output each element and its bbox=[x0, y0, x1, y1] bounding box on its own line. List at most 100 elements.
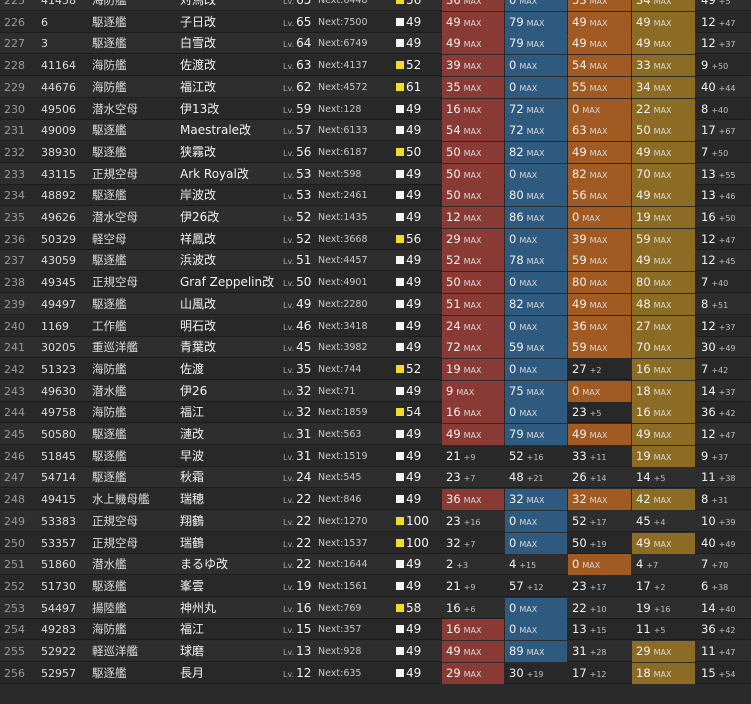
condition-value: 49 bbox=[406, 427, 422, 441]
torpedo-value: 79 bbox=[509, 427, 524, 441]
next-exp-value: 7500 bbox=[343, 16, 368, 28]
table-row[interactable]: 255 52922 軽巡洋艦 球磨 Lv. 13 Next:928 49 49 MAX 89 MAX 3… bbox=[0, 641, 751, 662]
antiair-value: 49 bbox=[572, 296, 587, 311]
ship-name: 対馬改 bbox=[180, 0, 217, 7]
next-exp-value: 2280 bbox=[343, 298, 368, 310]
level-cell: Lv. 15 bbox=[283, 619, 317, 640]
table-row[interactable]: 241 30205 重巡洋艦 青葉改 Lv. 45 Next:3982 49 72 MAX 59 MA… bbox=[0, 337, 751, 359]
row-number: 242 bbox=[4, 362, 25, 376]
next-exp-value: 1435 bbox=[343, 212, 368, 223]
table-row[interactable]: 237 43059 駆逐艦 浜波改 Lv. 51 Next:4457 49 52 MAX 78 MAX… bbox=[0, 250, 751, 272]
armor-cell: 45 +4 bbox=[632, 511, 695, 532]
table-row[interactable]: 242 51323 海防艦 佐渡 Lv. 35 Next:744 52 19 MAX 0 MAX 27 +… bbox=[0, 358, 751, 380]
level-cell: Lv. 53 bbox=[283, 164, 317, 185]
firepower-remaining: MAX bbox=[463, 170, 482, 180]
table-row[interactable]: 232 38930 駆逐艦 狭霧改 Lv. 56 Next:6187 50 50 MAX 82 MAX… bbox=[0, 141, 751, 163]
condition-square-icon bbox=[396, 364, 404, 373]
table-row[interactable]: 244 49758 海防艦 福江 Lv. 32 Next:1859 54 16 MAX 0 MAX 23… bbox=[0, 402, 751, 424]
table-row[interactable]: 253 54497 揚陸艦 神州丸 Lv. 16 Next:769 58 16 +6 0 MAX 22 +… bbox=[0, 597, 751, 619]
next-prefix: Next: bbox=[318, 190, 344, 202]
table-row[interactable]: 231 49009 駆逐艦 Maestrale改 Lv. 57 Next:6133 49 54 M… bbox=[0, 120, 751, 142]
condition-square-icon bbox=[396, 321, 404, 330]
condition-cell: 49 bbox=[396, 554, 442, 575]
next-exp-value: 357 bbox=[343, 624, 362, 636]
antiair-value: 49 bbox=[572, 36, 587, 51]
table-row[interactable]: 250 53357 正規空母 瑞鶴 Lv. 22 Next:1537 100 32 +7 0 MAX 5… bbox=[0, 532, 751, 554]
level-prefix: Lv. bbox=[283, 561, 295, 571]
torpedo-value: 0 bbox=[509, 275, 517, 290]
level-prefix: Lv. bbox=[283, 235, 295, 245]
antiair-cell: 23 +17 bbox=[568, 576, 631, 597]
table-row[interactable]: 245 50580 駆逐艦 漣改 Lv. 31 Next:563 49 49 MAX 79 MAX 49… bbox=[0, 424, 751, 445]
table-row[interactable]: 247 54714 駆逐艦 秋霜 Lv. 24 Next:545 49 23 +7 48 +21 26 +… bbox=[0, 467, 751, 489]
condition-cell: 49 bbox=[396, 619, 442, 640]
ship-id: 49630 bbox=[41, 384, 76, 398]
luck-value: 8 bbox=[701, 296, 709, 311]
table-row[interactable]: 252 51730 駆逐艦 峯雲 Lv. 19 Next:1561 49 21 +9 57 +12 23… bbox=[0, 575, 751, 597]
table-row[interactable]: 251 51860 潜水艦 まるゆ改 Lv. 22 Next:1644 49 2 +3 4 +15 0 M… bbox=[0, 554, 751, 576]
armor-remaining: MAX bbox=[653, 148, 672, 158]
table-row[interactable]: 233 43115 正規空母 Ark Royal改 Lv. 53 Next:598 49 50 M… bbox=[0, 163, 751, 185]
table-row[interactable]: 254 49283 海防艦 福江 Lv. 15 Next:357 49 16 MAX 0 MAX 13 +… bbox=[0, 619, 751, 641]
armor-remaining: MAX bbox=[653, 235, 672, 245]
level-prefix: Lv. bbox=[283, 669, 295, 679]
table-row[interactable]: 238 49345 正規空母 Graf Zeppelin改 Lv. 50 Next:4901… bbox=[0, 272, 751, 294]
torpedo-cell: 0 MAX bbox=[505, 0, 567, 11]
table-row[interactable]: 249 53383 正規空母 翔鶴 Lv. 22 Next:1270 100 23 +16 0 MAX… bbox=[0, 510, 751, 532]
table-row[interactable]: 243 49630 潜水艦 伊26 Lv. 32 Next:71 49 9 MAX 75 MAX 0 MA… bbox=[0, 380, 751, 402]
table-row[interactable]: 236 50329 軽空母 祥鳳改 Lv. 52 Next:3668 56 29 MAX 0 MAX 3… bbox=[0, 228, 751, 250]
condition-square-icon bbox=[396, 603, 404, 612]
firepower-remaining: MAX bbox=[463, 192, 482, 202]
table-row[interactable]: 234 48892 駆逐艦 岸波改 Lv. 53 Next:2461 49 50 MAX 80 MAX… bbox=[0, 185, 751, 207]
antiair-cell: 0 MAX bbox=[568, 207, 631, 228]
antiair-cell: 26 +14 bbox=[568, 467, 631, 488]
row-number: 243 bbox=[4, 384, 25, 398]
torpedo-cell: 0 MAX bbox=[505, 163, 567, 185]
armor-remaining: +4 bbox=[653, 517, 666, 527]
antiair-remaining: MAX bbox=[589, 192, 608, 202]
row-number: 256 bbox=[4, 666, 25, 680]
row-number: 245 bbox=[4, 428, 25, 441]
condition-square-icon bbox=[396, 17, 404, 26]
armor-remaining: +16 bbox=[653, 604, 671, 614]
ship-id: 51860 bbox=[41, 558, 76, 572]
table-row[interactable]: 225 41458 海防艦 対馬改 Lv. 65 Next:6448 56 36 MAX 0 MAX 5… bbox=[0, 0, 751, 11]
luck-remaining: +54 bbox=[718, 669, 736, 679]
ship-id: 3 bbox=[41, 37, 48, 51]
table-row[interactable]: 229 44676 海防艦 福江改 Lv. 62 Next:4572 61 35 MAX 0 MAX 5… bbox=[0, 76, 751, 98]
level-value: 19 bbox=[296, 578, 312, 593]
luck-cell: 40 +44 bbox=[697, 77, 751, 98]
table-row[interactable]: 248 49415 水上機母艦 瑞穂 Lv. 22 Next:846 49 36 MAX 32 MAX… bbox=[0, 489, 751, 511]
level-value: 51 bbox=[296, 253, 312, 268]
firepower-cell: 52 MAX bbox=[442, 250, 504, 272]
antiair-cell: 49 MAX bbox=[568, 33, 631, 55]
table-row[interactable]: 227 3 駆逐艦 白雪改 Lv. 64 Next:6749 49 49 MAX 79 MAX 49 MA… bbox=[0, 33, 751, 55]
condition-value: 49 bbox=[406, 275, 422, 290]
armor-value: 19 bbox=[636, 600, 651, 615]
armor-cell: 34 MAX bbox=[632, 0, 695, 11]
table-row[interactable]: 230 49506 潜水空母 伊13改 Lv. 59 Next:128 49 16 MAX 72 MA… bbox=[0, 98, 751, 120]
next-exp-cell: Next:6749 bbox=[318, 33, 394, 54]
condition-value: 49 bbox=[406, 578, 422, 593]
row-number: 246 bbox=[4, 449, 25, 463]
table-row[interactable]: 235 49626 潜水空母 伊26改 Lv. 52 Next:1435 49 12 MAX 86 M… bbox=[0, 207, 751, 228]
next-prefix: Next: bbox=[318, 646, 344, 657]
table-row[interactable]: 239 49497 駆逐艦 山風改 Lv. 49 Next:2280 49 51 MAX 82 MAX… bbox=[0, 293, 751, 315]
ship-id: 30205 bbox=[41, 341, 76, 355]
table-row[interactable]: 228 41164 海防艦 佐渡改 Lv. 63 Next:4137 52 39 MAX 0 MAX 5… bbox=[0, 55, 751, 77]
level-cell: Lv. 16 bbox=[283, 598, 317, 619]
next-exp-cell: Next:1435 bbox=[318, 207, 394, 228]
next-prefix: Next: bbox=[318, 277, 344, 289]
luck-remaining: +37 bbox=[718, 40, 736, 50]
antiair-value: 49 bbox=[572, 14, 587, 29]
level-cell: Lv. 65 bbox=[283, 12, 317, 33]
armor-value: 42 bbox=[636, 492, 651, 507]
condition-square-icon bbox=[396, 625, 404, 634]
table-row[interactable]: 240 1169 工作艦 明石改 Lv. 46 Next:3418 49 24 MAX 0 MAX 36… bbox=[0, 315, 751, 337]
torpedo-remaining: MAX bbox=[519, 322, 538, 332]
table-row[interactable]: 246 51845 駆逐艦 早波 Lv. 31 Next:1519 49 21 +9 52 +16 33… bbox=[0, 445, 751, 467]
table-row[interactable]: 256 52957 駆逐艦 長月 Lv. 12 Next:635 49 29 MAX 30 +19 17… bbox=[0, 662, 751, 684]
firepower-remaining: +7 bbox=[463, 539, 476, 549]
armor-cell: 34 MAX bbox=[632, 76, 695, 98]
table-row[interactable]: 226 6 駆逐艦 子日改 Lv. 65 Next:7500 49 49 MAX 79 MAX 49 MA… bbox=[0, 11, 751, 33]
